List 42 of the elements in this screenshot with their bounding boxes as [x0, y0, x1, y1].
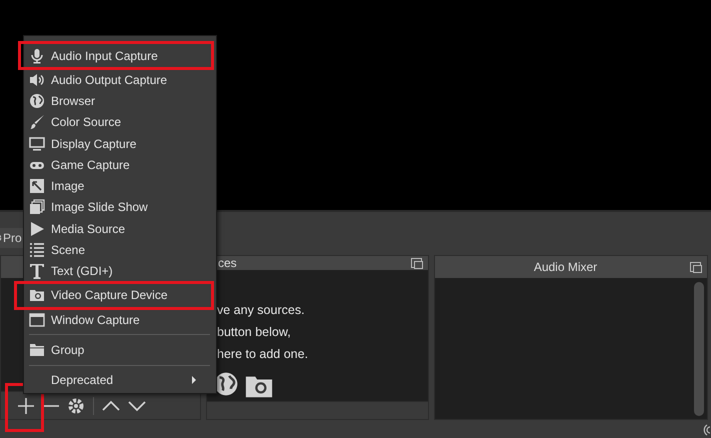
- panel-title: ces: [218, 256, 238, 270]
- menu-item[interactable]: Text (GDI+): [24, 260, 208, 282]
- menu-item[interactable]: Group: [24, 339, 208, 361]
- scrollbar[interactable]: [694, 282, 704, 416]
- menu-item[interactable]: Video Capture Device: [14, 280, 214, 310]
- menu-item[interactable]: Display Capture: [24, 132, 208, 154]
- play-icon: [29, 220, 45, 237]
- microphone-icon: [29, 48, 45, 64]
- speaker-icon: [29, 72, 45, 88]
- paintbrush-icon: [29, 114, 45, 130]
- monitor-icon: [29, 136, 45, 152]
- text-icon: [29, 263, 45, 280]
- menu-item[interactable]: Browser: [24, 90, 208, 112]
- menu-item[interactable]: Deprecated: [24, 370, 208, 391]
- submenu-arrow-icon: [192, 376, 196, 384]
- settings-button[interactable]: [67, 396, 85, 414]
- menu-item[interactable]: Scene: [24, 239, 208, 261]
- menu-item[interactable]: Image Slide Show: [24, 196, 208, 218]
- plus-icon: [17, 396, 35, 414]
- globe-icon: [29, 92, 45, 109]
- gear-icon: [67, 396, 85, 414]
- panel-title: Audio Mixer: [532, 260, 598, 274]
- camera-icon: [29, 287, 45, 304]
- dock-tab[interactable]: Pro: [0, 228, 24, 248]
- window-icon: [29, 312, 45, 328]
- list-icon: [29, 242, 45, 258]
- empty-message: ve any sources. button below, here to add one.: [216, 302, 310, 363]
- menu-item[interactable]: Game Capture: [24, 154, 208, 176]
- menu-item[interactable]: Image: [24, 175, 208, 197]
- float-icon[interactable]: [411, 258, 422, 268]
- menu-item[interactable]: Audio Input Capture: [18, 41, 214, 70]
- minus-icon: [43, 404, 59, 406]
- image-icon: [29, 178, 45, 194]
- signal-icon: [703, 424, 711, 436]
- stacked-images-icon: [29, 199, 45, 216]
- float-icon[interactable]: [690, 262, 701, 272]
- menu-item[interactable]: Color Source: [24, 112, 208, 133]
- menu-item[interactable]: Audio Output Capture: [24, 69, 208, 90]
- menu-item[interactable]: Media Source: [24, 218, 208, 240]
- add-button[interactable]: [17, 396, 35, 414]
- folder-icon: [29, 342, 45, 358]
- menu-item[interactable]: Window Capture: [24, 308, 208, 330]
